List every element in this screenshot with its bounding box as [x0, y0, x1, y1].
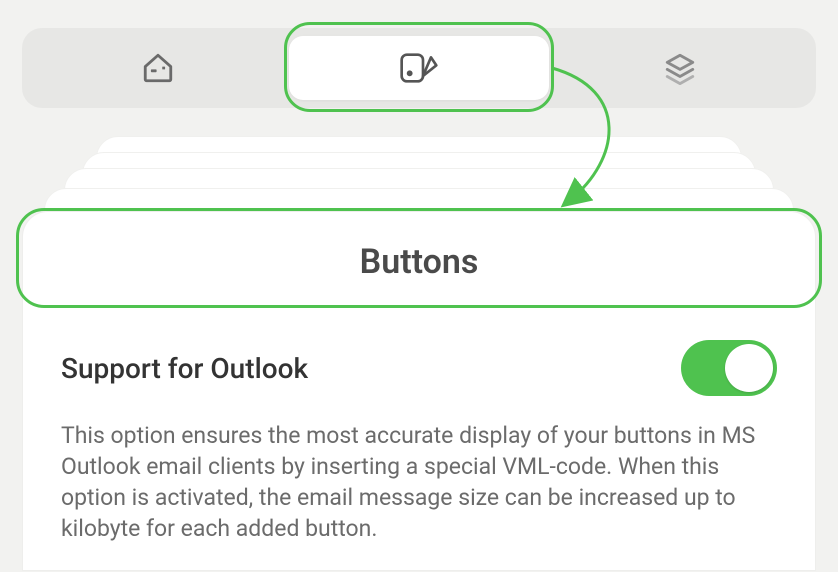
- toggle-knob: [725, 344, 773, 392]
- settings-panel: Buttons Support for Outlook This option …: [22, 211, 816, 571]
- panel-title: Buttons: [23, 212, 815, 312]
- top-tabbar: [22, 28, 816, 108]
- setting-title: Support for Outlook: [61, 352, 308, 385]
- panel-body: Support for Outlook This option ensures …: [23, 312, 815, 554]
- setting-description: This option ensures the most accurate di…: [61, 420, 777, 544]
- layers-icon: [663, 51, 697, 85]
- tab-layers[interactable]: [549, 36, 810, 100]
- toggle-support-outlook[interactable]: [681, 340, 777, 396]
- tab-design[interactable]: [289, 36, 550, 100]
- home-icon: [141, 51, 175, 85]
- tab-general[interactable]: [28, 36, 289, 100]
- design-icon: [399, 50, 439, 86]
- setting-row-outlook: Support for Outlook: [61, 340, 777, 396]
